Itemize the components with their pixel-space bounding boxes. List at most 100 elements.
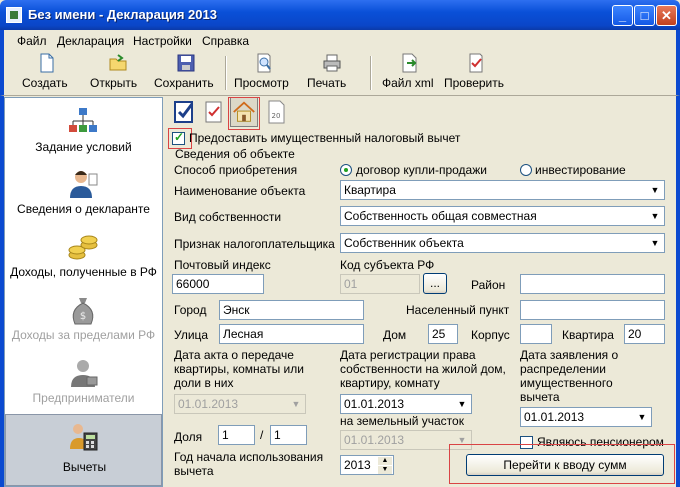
transfer-act-date-picker[interactable]: 01.01.2013 ▼ [174, 394, 306, 414]
deduction-app-date-label: распределении [520, 362, 606, 376]
check-button[interactable]: Проверить [444, 53, 508, 95]
toolbar-separator [370, 56, 372, 90]
share-label: Доля [174, 430, 203, 444]
sidebar-item-declarant[interactable]: Сведения о декларанте [5, 162, 162, 224]
radio-investment[interactable] [520, 164, 532, 176]
document-20-icon: 20 [268, 100, 285, 124]
street-input[interactable]: Лесная [219, 324, 364, 344]
menu-declaration[interactable]: Декларация [57, 34, 124, 48]
print-button[interactable]: Печать [307, 53, 357, 95]
chevron-down-icon: ▼ [454, 396, 470, 412]
settlement-input[interactable] [520, 300, 665, 320]
sidebar-item-income-abroad[interactable]: $ Доходы за пределами РФ [5, 288, 162, 350]
land-plot-date-value: 01.01.2013 [344, 433, 405, 447]
maximize-button[interactable]: □ [634, 5, 655, 26]
toolbar-separator [225, 56, 227, 90]
provide-deduction-label: Предоставить имущественный налоговый выч… [189, 131, 461, 145]
ownership-type-select[interactable]: Собственность общая совместная ▼ [340, 206, 665, 226]
spin-down-icon[interactable]: ▼ [378, 466, 392, 474]
highlight-box-button [449, 444, 675, 484]
chevron-down-icon: ▼ [647, 235, 663, 251]
postal-code-input[interactable]: 66000 [172, 274, 264, 294]
create-button[interactable]: Создать [22, 53, 72, 95]
tab-social-deductions[interactable] [200, 97, 228, 127]
chevron-down-icon: ▼ [647, 208, 663, 224]
ownership-reg-date-label: квартиру, комнату [340, 376, 440, 390]
deduction-app-date-picker[interactable]: 01.01.2013 ▼ [520, 407, 652, 427]
preview-icon [257, 53, 271, 73]
district-label: Район [471, 278, 506, 292]
taxpayer-sign-select[interactable]: Собственник объекта ▼ [340, 233, 665, 253]
share-numerator-input[interactable]: 1 [218, 425, 255, 445]
year-start-spinner[interactable]: 2013 ▲ ▼ [340, 455, 394, 475]
ownership-type-label: Вид собственности [174, 210, 282, 224]
open-button[interactable]: Открыть [90, 53, 146, 95]
share-denominator-input[interactable]: 1 [270, 425, 307, 445]
transfer-act-date-label: квартиры, комнаты или [174, 362, 304, 376]
deductions-panel: 20 Предоставить имущественный налоговый … [166, 97, 676, 487]
deduction-app-date-label: имущественного [520, 376, 613, 390]
sidebar: Задание условий Сведения о декларанте До… [4, 97, 163, 487]
sidebar-item-entrepreneurs[interactable]: Предприниматели [5, 351, 162, 413]
object-name-select[interactable]: Квартира ▼ [340, 180, 665, 200]
sidebar-item-deductions[interactable]: Вычеты [5, 414, 162, 486]
window-title: Без имени - Декларация 2013 [28, 7, 217, 22]
money-bag-icon: $ [72, 298, 94, 325]
ownership-reg-date-picker[interactable]: 01.01.2013 ▼ [340, 394, 472, 414]
save-button[interactable]: Сохранить [154, 53, 218, 95]
tab-standard-deductions[interactable] [171, 97, 199, 127]
coins-icon [68, 235, 98, 260]
transfer-act-date-label: Дата акта о передаче [174, 348, 294, 362]
tab-loss-carryforward[interactable]: 20 [263, 97, 291, 127]
toolbar: Создать Открыть Сохранить Просмотр Печат… [0, 50, 680, 96]
xml-file-button[interactable]: Файл xml [382, 53, 438, 95]
radio-purchase-agreement-label: договор купли-продажи [356, 163, 487, 177]
region-code-input[interactable]: 01 [340, 274, 420, 294]
menu-file[interactable]: Файл [17, 34, 47, 48]
district-input[interactable] [520, 274, 665, 294]
menu-help[interactable]: Справка [202, 34, 249, 48]
minimize-button[interactable]: _ [612, 5, 633, 26]
printer-icon [323, 54, 341, 72]
year-start-label: вычета [174, 464, 214, 478]
postal-code-label: Почтовый индекс [174, 258, 271, 272]
radio-purchase-agreement[interactable] [340, 164, 352, 176]
region-code-label: Код субъекта РФ [340, 258, 435, 272]
person-icon [70, 171, 98, 198]
building-input[interactable] [520, 324, 552, 344]
ownership-reg-date-label: Дата регистрации права [340, 348, 476, 362]
acquisition-method-label: Способ приобретения [174, 163, 298, 177]
house-input[interactable]: 25 [428, 324, 458, 344]
sidebar-item-conditions[interactable]: Задание условий [5, 100, 162, 162]
year-start-label: Год начала использования [174, 450, 324, 464]
calculator-person-icon [70, 424, 98, 451]
tree-diagram-icon [69, 108, 97, 132]
city-input[interactable]: Энск [219, 300, 364, 320]
title-bar[interactable]: Без имени - Декларация 2013 _ □ ✕ [0, 0, 680, 30]
building-label: Корпус [471, 328, 510, 342]
apartment-input[interactable]: 20 [624, 324, 665, 344]
spin-up-icon[interactable]: ▲ [378, 457, 392, 465]
taxpayer-sign-value: Собственник объекта [344, 236, 464, 250]
transfer-act-date-label: доли в них [174, 376, 234, 390]
close-button[interactable]: ✕ [656, 5, 677, 26]
menu-bar: Файл Декларация Настройки Справка [0, 30, 680, 50]
transfer-act-date-value: 01.01.2013 [178, 397, 239, 411]
deduction-app-date-value: 01.01.2013 [524, 410, 585, 424]
ownership-reg-date-value: 01.01.2013 [344, 397, 405, 411]
taxpayer-sign-label: Признак налогоплательщика [174, 237, 335, 251]
check-document-icon [469, 53, 483, 73]
new-document-icon [40, 53, 54, 73]
sidebar-item-income-rf[interactable]: Доходы, полученные в РФ [5, 225, 162, 287]
region-code-lookup-button[interactable]: ... [423, 273, 447, 294]
menu-settings[interactable]: Настройки [133, 34, 192, 48]
preview-button[interactable]: Просмотр [234, 53, 294, 95]
chevron-down-icon: ▼ [647, 182, 663, 198]
street-label: Улица [174, 328, 209, 342]
xml-export-icon [402, 53, 417, 73]
svg-text:$: $ [80, 311, 86, 322]
window-frame-right [676, 96, 680, 487]
ownership-type-value: Собственность общая совместная [344, 209, 537, 223]
businessman-icon [71, 360, 98, 387]
floppy-disk-icon [177, 54, 195, 72]
